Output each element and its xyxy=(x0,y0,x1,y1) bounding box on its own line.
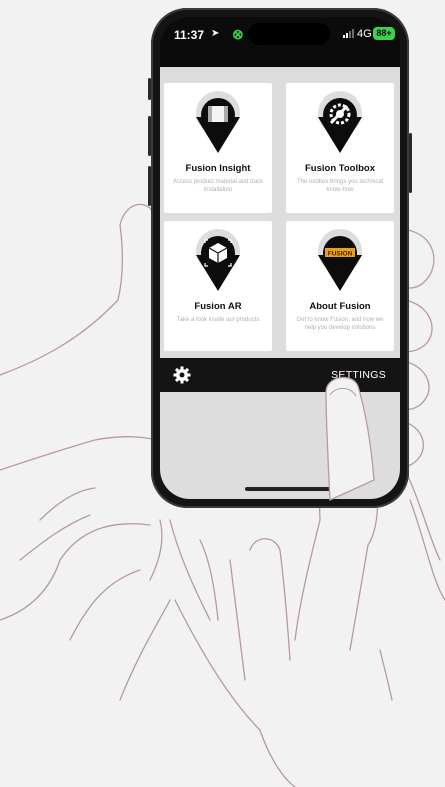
phone-device: 11:37 ➤ ⊗ 4G 88+ Fusion Insight Access p… xyxy=(148,8,412,508)
volume-down-button xyxy=(148,166,151,206)
volume-up-button xyxy=(148,116,151,156)
fusion-logo-icon: FUSION xyxy=(318,229,362,291)
tile-title: Fusion AR xyxy=(194,301,242,312)
screen-sharing-icon: ⊗ xyxy=(232,26,244,42)
tile-title: About Fusion xyxy=(309,301,371,312)
tile-fusion-insight[interactable]: Fusion Insight Access product material a… xyxy=(164,83,272,213)
phone-screen: 11:37 ➤ ⊗ 4G 88+ Fusion Insight Access p… xyxy=(160,17,400,499)
settings-bar[interactable]: SETTINGS xyxy=(160,358,400,392)
network-type: 4G xyxy=(357,28,372,40)
location-arrow-icon: ➤ xyxy=(211,28,220,39)
power-button xyxy=(409,133,412,193)
fusion-logo-text: FUSION xyxy=(328,251,353,258)
tile-fusion-toolbox[interactable]: Fusion Toolbox The toolbox brings you te… xyxy=(286,83,394,213)
tile-description: Take a look inside our products xyxy=(176,317,260,323)
dynamic-island xyxy=(248,23,330,45)
product-roll-icon xyxy=(196,91,240,153)
status-time: 11:37 xyxy=(174,28,205,42)
gear-icon[interactable] xyxy=(172,365,192,385)
tile-description: The toolbox brings you technical know-ho… xyxy=(296,179,384,193)
home-indicator xyxy=(245,487,335,491)
settings-label[interactable]: SETTINGS xyxy=(331,369,386,381)
tile-title: Fusion Insight xyxy=(185,163,251,174)
ar-cube-icon xyxy=(196,229,240,291)
tile-description: Get to know Fusion, and how we help you … xyxy=(296,317,384,331)
tile-description: Access product material and track instal… xyxy=(172,179,264,193)
signal-icon xyxy=(343,28,354,38)
tile-about-fusion[interactable]: FUSION About Fusion Get to know Fusion, … xyxy=(286,221,394,351)
mute-switch xyxy=(148,78,151,100)
app-content: Fusion Insight Access product material a… xyxy=(160,67,400,499)
tile-title: Fusion Toolbox xyxy=(304,163,375,174)
battery-indicator: 88+ xyxy=(373,27,395,40)
tile-fusion-ar[interactable]: Fusion AR Take a look inside our product… xyxy=(164,221,272,351)
gear-wrench-icon xyxy=(318,91,362,153)
status-bar: 11:37 ➤ ⊗ 4G 88+ xyxy=(160,17,400,61)
